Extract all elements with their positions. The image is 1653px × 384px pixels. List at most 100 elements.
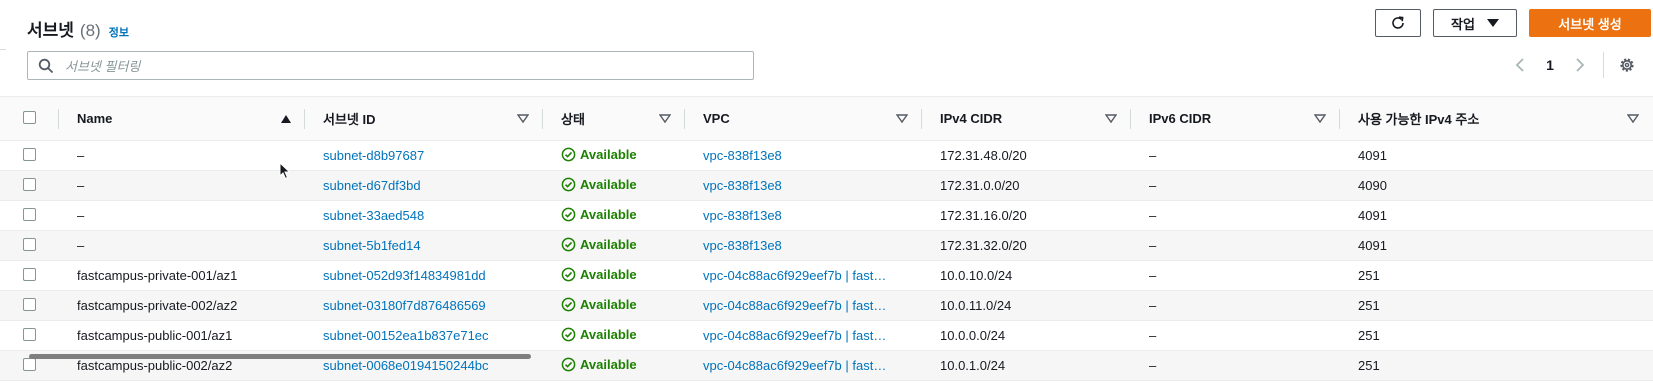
page-header: 서브넷 (8) 정보 작업 서브넷 생성 1 <box>0 0 1653 96</box>
subnet-id-link[interactable]: subnet-33aed548 <box>323 208 424 223</box>
horizontal-scrollbar[interactable] <box>29 354 531 359</box>
cell-text: – <box>1149 238 1157 253</box>
cell-text: – <box>77 238 85 253</box>
cell-text: fastcampus-public-002/az2 <box>77 358 233 373</box>
caret-down-icon <box>1486 19 1499 27</box>
cell-subnet-id: subnet-00152ea1b837e71ec <box>305 320 543 351</box>
divider <box>0 49 6 50</box>
subnet-id-link[interactable]: subnet-d8b97687 <box>323 148 424 163</box>
page-number[interactable]: 1 <box>1540 54 1560 76</box>
table-row[interactable]: – subnet-d67df3bd Available vpc-838f13e8 172… <box>0 170 1653 201</box>
vpc-link[interactable]: vpc-838f13e8 <box>703 208 782 223</box>
status-text: Available <box>580 236 637 252</box>
cell-text: 10.0.0.0/24 <box>940 328 1006 343</box>
subnet-id-link[interactable]: subnet-03180f7d876486569 <box>323 298 486 313</box>
cell-available-ipv4: 4091 <box>1340 200 1653 231</box>
row-checkbox[interactable] <box>23 357 36 371</box>
cell-vpc: vpc-04c88ac6f929eef7b | fast… <box>685 320 922 351</box>
vpc-link[interactable]: vpc-838f13e8 <box>703 148 782 163</box>
check-circle-icon <box>561 177 576 191</box>
filter-caret-icon[interactable] <box>896 113 908 124</box>
row-checkbox[interactable] <box>23 147 36 161</box>
sort-ascending-icon[interactable] <box>281 114 291 123</box>
column-header-subnet-id[interactable]: 서브넷 ID <box>305 96 543 141</box>
cell-text: 4090 <box>1358 178 1387 193</box>
table-row[interactable]: fastcampus-public-001/az1 subnet-00152ea1… <box>0 320 1653 351</box>
row-select-cell <box>0 320 59 351</box>
row-select-cell <box>0 140 59 171</box>
actions-dropdown-button[interactable]: 작업 <box>1433 9 1517 37</box>
filter-caret-icon[interactable] <box>1105 113 1117 124</box>
check-circle-icon <box>561 207 576 221</box>
create-subnet-button[interactable]: 서브넷 생성 <box>1529 9 1651 37</box>
row-checkbox[interactable] <box>23 267 36 281</box>
select-all-checkbox[interactable] <box>23 110 36 124</box>
column-label: 서브넷 ID <box>323 112 376 127</box>
filter-caret-icon[interactable] <box>1627 113 1639 124</box>
column-header-available-ipv4[interactable]: 사용 가능한 IPv4 주소 <box>1340 96 1653 141</box>
column-header-ipv6-cidr[interactable]: IPv6 CIDR <box>1131 96 1340 141</box>
table-row[interactable]: – subnet-d8b97687 Available vpc-838f13e8 172… <box>0 140 1653 171</box>
status-indicator: Available <box>561 207 637 222</box>
column-header-ipv4-cidr[interactable]: IPv4 CIDR <box>922 96 1131 141</box>
subnet-id-link[interactable]: subnet-052d93f14834981dd <box>323 268 486 283</box>
column-label: Name <box>77 111 113 126</box>
row-checkbox[interactable] <box>23 237 36 251</box>
cell-ipv6-cidr: – <box>1131 350 1340 381</box>
vpc-link[interactable]: vpc-04c88ac6f929eef7b | fast… <box>703 268 886 283</box>
column-header-vpc[interactable]: VPC <box>685 96 922 141</box>
cell-text: – <box>77 208 85 223</box>
filter-caret-icon[interactable] <box>1314 113 1326 124</box>
filter-caret-icon[interactable] <box>659 113 671 124</box>
row-checkbox[interactable] <box>23 327 36 341</box>
vpc-link[interactable]: vpc-04c88ac6f929eef7b | fast… <box>703 358 886 373</box>
subnet-id-link[interactable]: subnet-0068e0194150244bc <box>323 358 489 373</box>
cell-ipv4-cidr: 10.0.1.0/24 <box>922 350 1131 381</box>
prev-page-button[interactable] <box>1510 54 1530 76</box>
cell-vpc: vpc-04c88ac6f929eef7b | fast… <box>685 350 922 381</box>
table-row[interactable]: fastcampus-private-001/az1 subnet-052d93f… <box>0 260 1653 291</box>
cell-ipv4-cidr: 172.31.48.0/20 <box>922 140 1131 171</box>
vpc-link[interactable]: vpc-838f13e8 <box>703 178 782 193</box>
cell-text: – <box>77 178 85 193</box>
table-row[interactable]: – subnet-5b1fed14 Available vpc-838f13e8 172… <box>0 230 1653 261</box>
vpc-link[interactable]: vpc-04c88ac6f929eef7b | fast… <box>703 298 886 313</box>
cell-status: Available <box>543 320 685 351</box>
cell-ipv6-cidr: – <box>1131 290 1340 321</box>
cell-name: fastcampus-private-001/az1 <box>59 260 305 291</box>
table-row[interactable]: – subnet-33aed548 Available vpc-838f13e8 172… <box>0 200 1653 231</box>
refresh-button[interactable] <box>1375 9 1421 37</box>
vpc-link[interactable]: vpc-838f13e8 <box>703 238 782 253</box>
status-indicator: Available <box>561 237 637 252</box>
column-header-status[interactable]: 상태 <box>543 96 685 141</box>
cell-name: – <box>59 140 305 171</box>
row-checkbox[interactable] <box>23 207 36 221</box>
row-checkbox[interactable] <box>23 297 36 311</box>
subnet-id-link[interactable]: subnet-00152ea1b837e71ec <box>323 328 489 343</box>
info-link[interactable]: 정보 <box>109 24 129 40</box>
cell-text: – <box>1149 298 1157 313</box>
vpc-link[interactable]: vpc-04c88ac6f929eef7b | fast… <box>703 328 886 343</box>
next-page-button[interactable] <box>1570 54 1590 76</box>
subnet-id-link[interactable]: subnet-5b1fed14 <box>323 238 421 253</box>
cell-text: 251 <box>1358 358 1380 373</box>
row-checkbox[interactable] <box>23 177 36 191</box>
preferences-button[interactable] <box>1614 52 1640 78</box>
cell-text: – <box>1149 328 1157 343</box>
status-text: Available <box>580 296 637 312</box>
column-header-name[interactable]: Name <box>59 96 305 141</box>
cell-available-ipv4: 251 <box>1340 260 1653 291</box>
filter-caret-icon[interactable] <box>517 113 529 124</box>
check-circle-icon <box>561 327 576 341</box>
cell-ipv6-cidr: – <box>1131 200 1340 231</box>
table-row[interactable]: fastcampus-private-002/az2 subnet-03180f7… <box>0 290 1653 321</box>
subnet-id-link[interactable]: subnet-d67df3bd <box>323 178 421 193</box>
select-all-cell <box>0 96 59 141</box>
cell-text: 172.31.48.0/20 <box>940 148 1027 163</box>
cell-text: 172.31.0.0/20 <box>940 178 1020 193</box>
cell-subnet-id: subnet-d8b97687 <box>305 140 543 171</box>
cell-text: – <box>1149 358 1157 373</box>
cell-ipv4-cidr: 172.31.0.0/20 <box>922 170 1131 201</box>
search-input[interactable] <box>63 55 747 78</box>
cell-ipv4-cidr: 172.31.16.0/20 <box>922 200 1131 231</box>
